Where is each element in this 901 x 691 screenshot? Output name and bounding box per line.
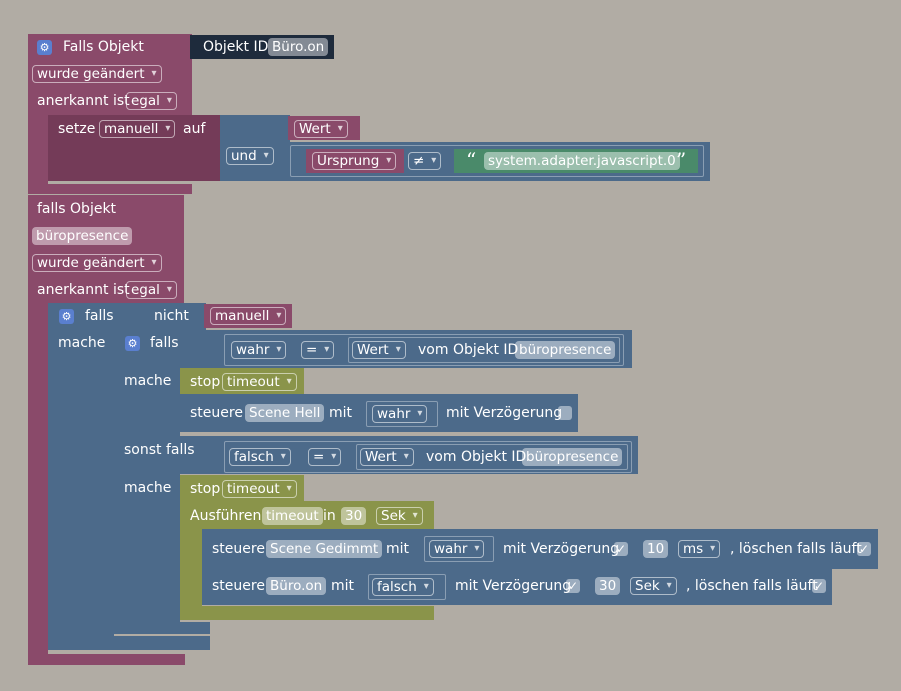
gear-icon[interactable]: ⚙ — [37, 40, 52, 55]
ack-dropdown[interactable]: egal — [126, 92, 177, 110]
row1-loeschen-label: , löschen falls läuft — [730, 541, 862, 557]
stop2-label: stop — [190, 481, 221, 497]
event2-ack-label: anerkannt ist — [37, 282, 130, 298]
changed-dropdown[interactable]: wurde geändert — [32, 65, 162, 83]
row1-target-field[interactable]: Scene Gedimmt — [266, 540, 383, 558]
mit-label: mit — [329, 405, 353, 421]
if-inner-spine — [114, 366, 180, 634]
if-outer-falls-label: falls — [85, 308, 114, 324]
gear-icon[interactable]: ⚙ — [59, 309, 74, 324]
delay-checkbox[interactable] — [558, 406, 572, 420]
row2-unit-dropdown[interactable]: Sek — [630, 577, 677, 595]
sek-dropdown[interactable]: Sek — [376, 507, 423, 525]
quote-open: “ — [466, 148, 477, 172]
gear-icon[interactable]: ⚙ — [125, 336, 140, 351]
adapter-string[interactable]: system.adapter.javascript.0 — [484, 152, 680, 170]
event-block-1-footer — [28, 184, 192, 194]
row1-mit-label: mit — [386, 541, 410, 557]
if-outer-footer — [48, 636, 210, 650]
setze-var-dropdown[interactable]: manuell — [99, 120, 176, 138]
nicht-label: nicht — [154, 308, 189, 324]
ausfuehren-spine — [180, 529, 202, 611]
event2-object[interactable]: büropresence — [32, 227, 133, 245]
row2-clear-checkbox[interactable]: ✓ — [812, 579, 826, 593]
row2-mit-label: mit — [331, 578, 355, 594]
ausfuehren-label: Ausführen — [190, 508, 262, 524]
row1-delay-field[interactable]: 10 — [643, 540, 669, 558]
und-dropdown[interactable]: und — [226, 147, 274, 165]
wert-cond1-dropdown[interactable]: Wert — [352, 341, 406, 359]
event-block-2-spine — [28, 300, 48, 660]
stop-label: stop — [190, 374, 221, 390]
in-label: in — [323, 508, 336, 524]
vom-label: vom Objekt ID — [418, 342, 519, 358]
quote-close: ” — [676, 148, 687, 172]
timeout-field[interactable]: timeout — [262, 507, 323, 525]
event2-changed-dropdown[interactable]: wurde geändert — [32, 254, 162, 272]
row1-steuere-label: steuere — [212, 541, 265, 557]
auf-label: auf — [183, 121, 206, 137]
steuere-label: steuere — [190, 405, 243, 421]
sonst-falls-label: sonst falls — [124, 442, 195, 458]
ack-label: anerkannt ist — [37, 93, 130, 109]
row2-target-field[interactable]: Büro.on — [266, 577, 327, 595]
vom2-label: vom Objekt ID — [426, 449, 527, 465]
manuell-dropdown[interactable]: manuell — [210, 307, 287, 325]
event2-ack-dropdown[interactable]: egal — [126, 281, 177, 299]
row2-steuere-label: steuere — [212, 578, 265, 594]
wahr2-dropdown[interactable]: wahr — [372, 405, 428, 423]
if-inner-mache-label: mache — [124, 373, 172, 389]
row2-mit-verz-label: mit Verzögerung — [455, 578, 572, 594]
row2-delay-checkbox[interactable]: ✓ — [566, 579, 580, 593]
ursprung-dropdown[interactable]: Ursprung — [312, 152, 397, 170]
neq-dropdown[interactable]: ≠ — [408, 152, 442, 170]
row1-val-dropdown[interactable]: wahr — [429, 540, 485, 558]
timeout2-dropdown[interactable]: timeout — [222, 480, 297, 498]
wert-dropdown[interactable]: Wert — [294, 120, 348, 138]
row1-delay-checkbox[interactable]: ✓ — [614, 542, 628, 556]
ausfuehren-footer — [180, 606, 434, 620]
event-title: Falls Objekt — [63, 39, 144, 55]
in-value-field[interactable]: 30 — [341, 507, 367, 525]
if-inner-falls-label: falls — [150, 335, 179, 351]
if-inner-footer — [114, 622, 210, 634]
objekt-id-label: Objekt ID — [203, 39, 269, 55]
objekt-id-value[interactable]: Büro.on — [268, 38, 329, 56]
falsch-dropdown[interactable]: falsch — [229, 448, 291, 466]
row1-clear-checkbox[interactable]: ✓ — [857, 542, 871, 556]
mit-verz-label: mit Verzögerung — [446, 405, 563, 421]
vom2-value[interactable]: büropresence — [522, 448, 623, 466]
eq2-dropdown[interactable]: = — [308, 448, 342, 466]
event2-title: falls Objekt — [37, 201, 117, 217]
timeout-dropdown[interactable]: timeout — [222, 373, 297, 391]
scene-hell-field[interactable]: Scene Hell — [245, 404, 325, 422]
row1-unit-dropdown[interactable]: ms — [678, 540, 721, 558]
mache2-label: mache — [124, 480, 172, 496]
row2-delay-field[interactable]: 30 — [595, 577, 621, 595]
row2-val-dropdown[interactable]: falsch — [372, 578, 434, 596]
setze-label: setze — [58, 121, 96, 137]
vom-value[interactable]: büropresence — [515, 341, 616, 359]
wahr-dropdown[interactable]: wahr — [231, 341, 287, 359]
wert2-dropdown[interactable]: Wert — [360, 448, 414, 466]
if-outer-spine — [48, 330, 114, 640]
row1-mit-verz-label: mit Verzögerung — [503, 541, 620, 557]
eq-dropdown[interactable]: = — [301, 341, 335, 359]
if-outer-mache-label: mache — [58, 335, 106, 351]
row2-loeschen-label: , löschen falls läuft — [686, 578, 818, 594]
event-block-2-footer — [28, 654, 185, 665]
